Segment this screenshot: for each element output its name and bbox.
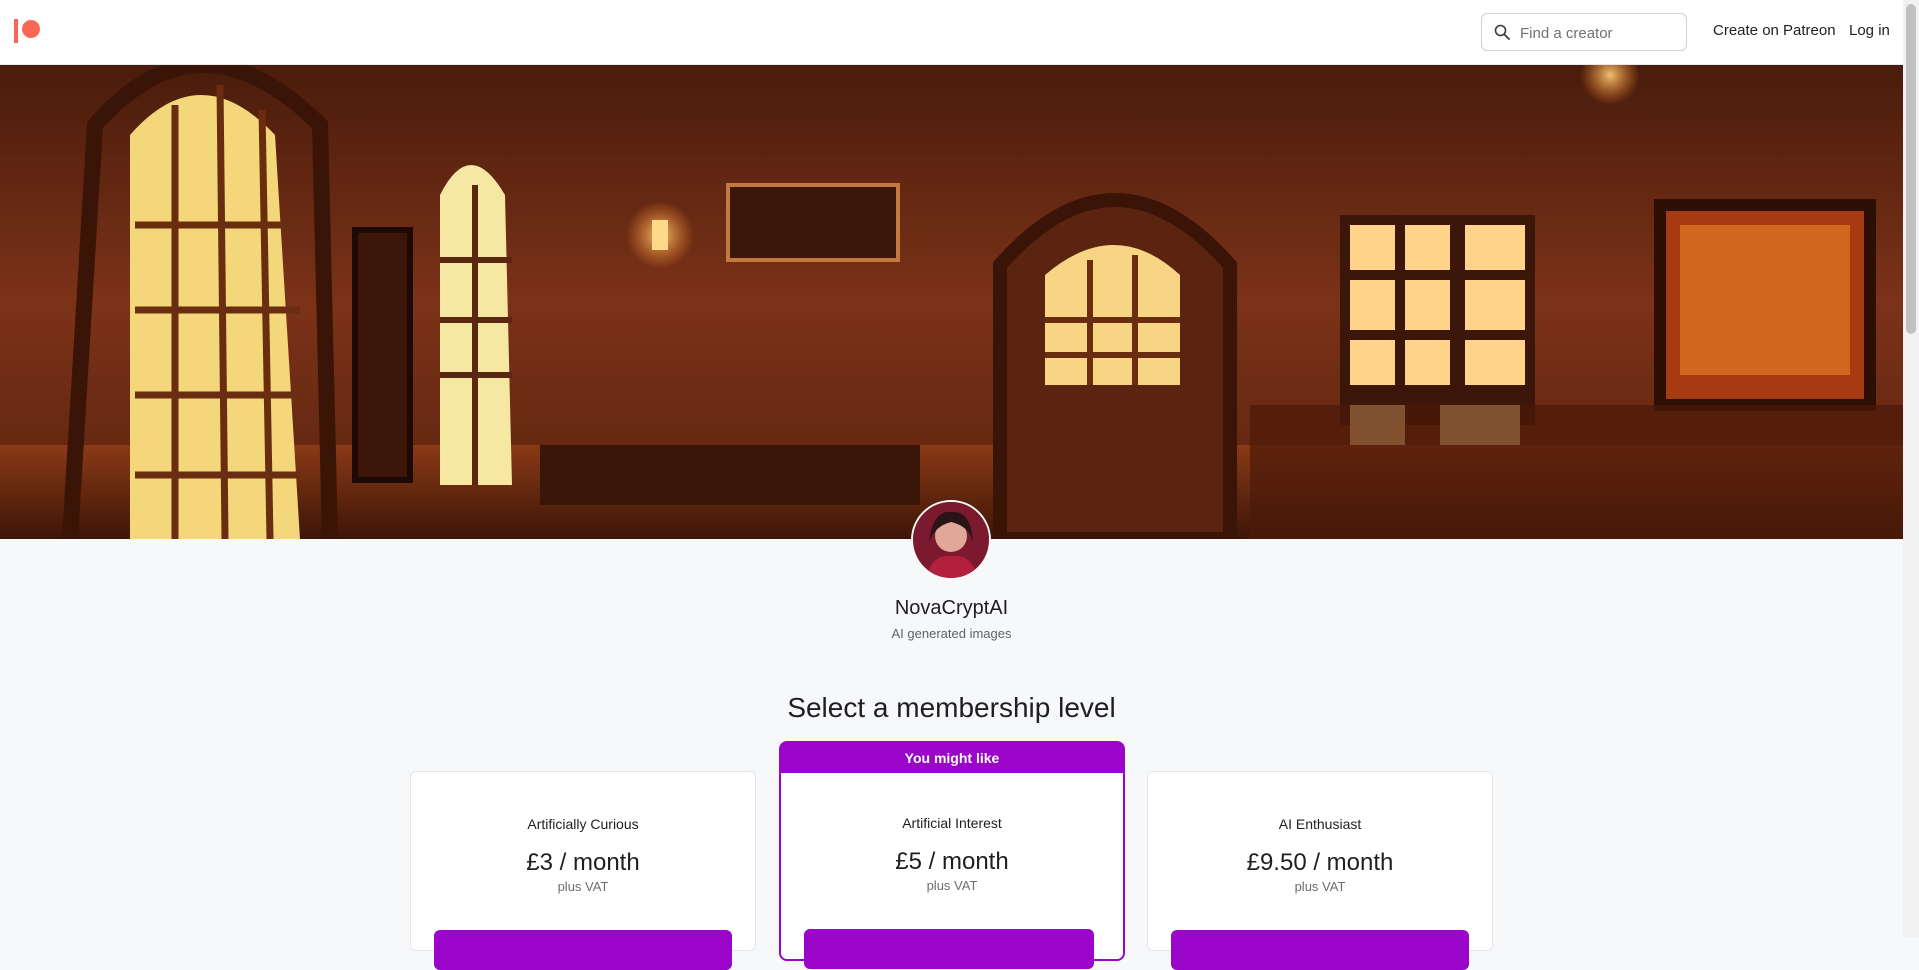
tier-vat-note: plus VAT bbox=[557, 879, 609, 894]
page-scrollbar[interactable] bbox=[1903, 0, 1919, 937]
scrollbar-thumb[interactable] bbox=[1906, 4, 1916, 334]
tier-price: £3 / month bbox=[526, 849, 640, 876]
tier-card-ai-enthusiast: AI Enthusiast £9.50 / month plus VAT bbox=[1147, 771, 1493, 970]
creator-cover-image bbox=[0, 65, 1903, 539]
avatar-portrait bbox=[913, 502, 989, 578]
tier-card-artificial-interest: You might like Artificial Interest £5 / … bbox=[779, 741, 1125, 969]
tier-join-button[interactable] bbox=[804, 929, 1094, 969]
logo-bar bbox=[14, 19, 18, 43]
tier-join-button[interactable] bbox=[434, 930, 732, 970]
tier-price: £9.50 / month bbox=[1246, 849, 1394, 876]
tier-vat-note: plus VAT bbox=[926, 878, 978, 893]
logo-dot bbox=[22, 20, 40, 38]
cover-illustration bbox=[0, 65, 1903, 539]
tier-card-artificially-curious: Artificially Curious £3 / month plus VAT bbox=[410, 771, 756, 970]
creator-name: NovaCryptAI bbox=[894, 597, 1009, 619]
tier-name: AI Enthusiast bbox=[1278, 816, 1362, 832]
top-navigation-bar: Create on Patreon Log in bbox=[0, 0, 1903, 65]
patreon-logo-icon[interactable] bbox=[14, 19, 42, 43]
log-in-link[interactable]: Log in bbox=[1849, 22, 1890, 39]
tier-name: Artificially Curious bbox=[527, 816, 639, 832]
tier-name: Artificial Interest bbox=[902, 815, 1002, 831]
search-input[interactable] bbox=[1518, 16, 1682, 50]
tier-vat-note: plus VAT bbox=[1294, 879, 1346, 894]
creator-avatar[interactable] bbox=[911, 500, 991, 580]
creator-tagline: AI generated images bbox=[891, 626, 1012, 641]
you-might-like-banner: You might like bbox=[781, 743, 1123, 773]
tier-join-button[interactable] bbox=[1171, 930, 1469, 970]
search-box[interactable] bbox=[1481, 13, 1687, 51]
membership-section-title: Select a membership level bbox=[787, 692, 1116, 723]
create-on-patreon-link[interactable]: Create on Patreon bbox=[1713, 22, 1836, 39]
search-icon bbox=[1494, 24, 1510, 40]
tier-price: £5 / month bbox=[895, 848, 1009, 875]
